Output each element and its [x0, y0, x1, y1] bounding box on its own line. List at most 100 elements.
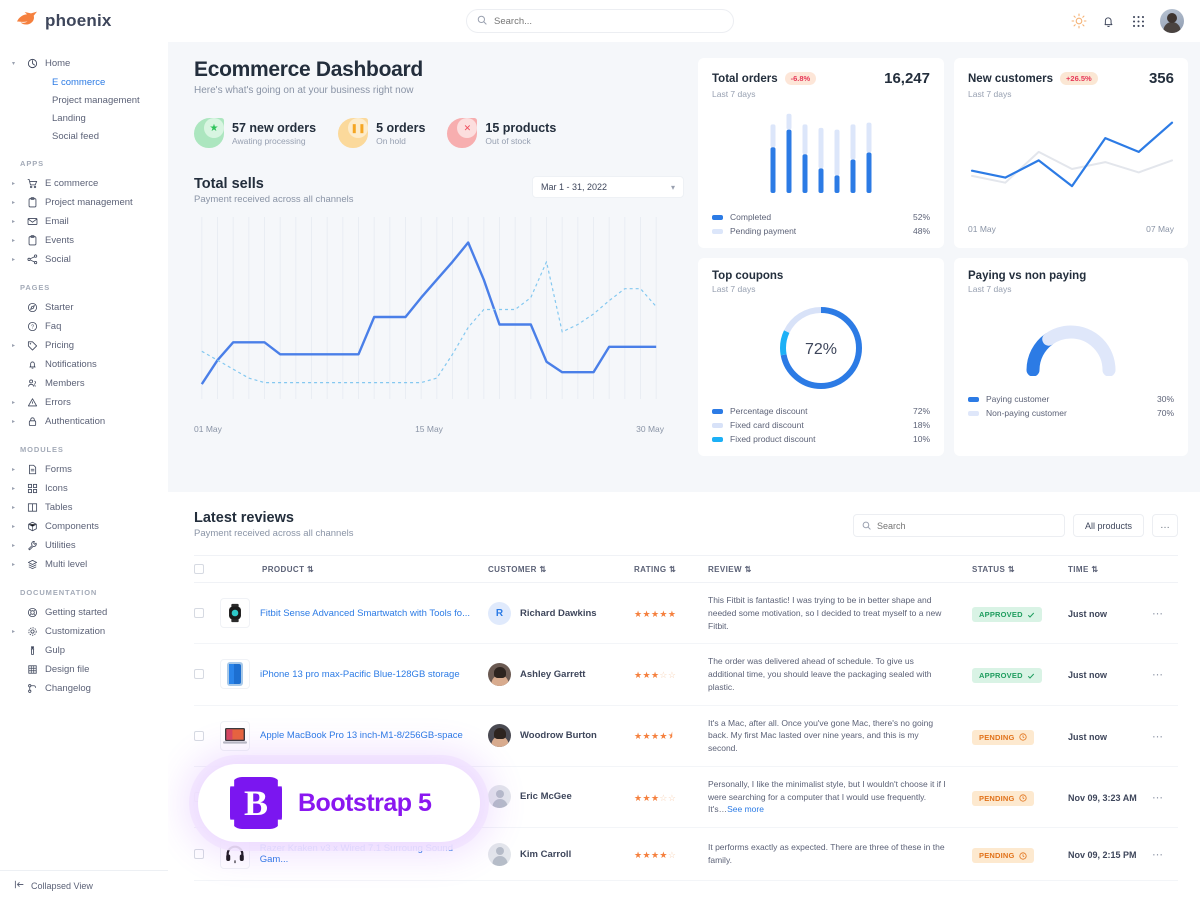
row-checkbox[interactable] — [194, 669, 204, 680]
sidebar-item-faq[interactable]: ? Faq — [0, 317, 168, 336]
col-select — [194, 555, 220, 583]
product-link[interactable]: Apple MacBook Pro 13 inch-M1-8/256GB-spa… — [260, 730, 463, 741]
select-all-checkbox[interactable] — [194, 564, 204, 574]
lifebuoy-icon — [26, 607, 38, 619]
sidebar-item-getting-started[interactable]: Getting started — [0, 603, 168, 622]
search-input[interactable] — [494, 15, 723, 27]
reviews-more-button[interactable]: … — [1152, 514, 1178, 537]
avatar[interactable] — [1160, 9, 1184, 33]
row-more-button[interactable]: ⋯ — [1152, 792, 1163, 804]
sidebar-item-design-file[interactable]: Design file — [0, 660, 168, 679]
svg-text:?: ? — [30, 325, 33, 331]
quick-stats: ★ 57 new orders Awating processing ❚❚ 5 … — [194, 118, 684, 148]
sidebar-item-icons[interactable]: ▸ Icons — [0, 479, 168, 498]
sidebar-item-label: Icons — [45, 483, 68, 494]
legend-value: 52% — [912, 212, 930, 222]
stat-out-of-stock[interactable]: ✕ 15 products Out of stock — [447, 118, 556, 148]
sidebar-item-home[interactable]: ▾ Home — [0, 54, 168, 73]
x-icon: ✕ — [447, 118, 478, 148]
sidebar-item-project-management[interactable]: Project management — [0, 91, 168, 109]
sidebar-section-apps-label: APPS — [20, 159, 45, 168]
card-new-customers: New customers +26.5% 356 Last 7 days 01 … — [954, 58, 1188, 248]
apps-grid-icon[interactable] — [1130, 13, 1147, 30]
collapsed-view-toggle[interactable]: Collapsed View — [0, 870, 168, 900]
table-row[interactable]: Fitbit Sense Advanced Smartwatch with To… — [194, 582, 1178, 645]
product-link[interactable]: iPhone 13 pro max-Pacific Blue-128GB sto… — [260, 669, 460, 680]
date-range-picker[interactable]: Mar 1 - 31, 2022 ▾ — [532, 176, 684, 198]
avatar — [488, 785, 511, 809]
col-customer[interactable]: CUSTOMER ⇅ — [488, 555, 634, 583]
reviews-search-input[interactable] — [876, 520, 1056, 531]
col-time[interactable]: TIME ⇅ — [1068, 555, 1152, 583]
sidebar-item-members[interactable]: Members — [0, 374, 168, 393]
sidebar-item-label: Gulp — [45, 645, 66, 656]
sidebar-item-apps-email[interactable]: ▸ Email — [0, 212, 168, 231]
col-rating[interactable]: RATING ⇅ — [634, 555, 708, 583]
bootstrap-promo-badge: B Bootstrap 5 — [198, 764, 480, 842]
col-product[interactable]: PRODUCT ⇅ — [220, 555, 488, 583]
sidebar-item-tables[interactable]: ▸ Tables — [0, 498, 168, 517]
all-products-button[interactable]: All products — [1072, 514, 1144, 537]
sidebar-item-pricing[interactable]: ▸ Pricing — [0, 336, 168, 355]
sidebar-item-social-feed[interactable]: Social feed — [0, 127, 168, 145]
row-checkbox[interactable] — [194, 730, 204, 741]
product-link[interactable]: Fitbit Sense Advanced Smartwatch with To… — [260, 608, 470, 619]
global-search[interactable] — [466, 9, 734, 33]
sidebar-item-apps-social[interactable]: ▸ Social — [0, 250, 168, 269]
reviews-subtitle: Payment received across all channels — [194, 528, 354, 539]
time-cell: Nov 09, 2:15 PM — [1068, 827, 1152, 881]
row-more-button[interactable]: ⋯ — [1152, 669, 1163, 681]
review-text: Personally, I like the minimalist style,… — [708, 778, 946, 815]
col-status[interactable]: STATUS ⇅ — [972, 555, 1068, 583]
brand-logo[interactable]: phoenix — [16, 11, 168, 32]
status-cell: PENDING — [972, 766, 1068, 829]
row-actions-cell: ⋯ — [1152, 766, 1178, 829]
rating-stars: ★★★★★ — [634, 609, 677, 620]
grid-squares-icon — [26, 483, 38, 495]
col-review[interactable]: REVIEW ⇅ — [708, 555, 972, 583]
sidebar-item-components[interactable]: ▸ Components — [0, 517, 168, 536]
sun-icon[interactable] — [1070, 13, 1087, 30]
sidebar-item-authentication[interactable]: ▸ Authentication — [0, 412, 168, 431]
sidebar-item-label: E commerce — [45, 178, 99, 189]
sidebar-item-multi-level[interactable]: ▸ Multi level — [0, 555, 168, 574]
sidebar-item-changelog[interactable]: Changelog — [0, 679, 168, 698]
row-checkbox[interactable] — [194, 608, 204, 619]
customer-name: Eric McGee — [520, 791, 572, 803]
search-icon — [862, 517, 871, 535]
table-row[interactable]: Apple MacBook Pro 13 inch-M1-8/256GB-spa… — [194, 705, 1178, 767]
sidebar-item-customization[interactable]: ▸ Customization — [0, 622, 168, 641]
product-link[interactable]: Razer Kraken v3 x Wired 7.1 Surroung Sou… — [260, 843, 482, 865]
sidebar-item-errors[interactable]: ▸ Errors — [0, 393, 168, 412]
reviews-search[interactable] — [852, 514, 1065, 537]
sidebar-item-e-commerce[interactable]: E commerce — [0, 73, 168, 91]
legend-value: 30% — [1156, 394, 1174, 404]
see-more-link[interactable]: See more — [727, 804, 764, 814]
row-more-button[interactable]: ⋯ — [1152, 731, 1163, 743]
row-checkbox[interactable] — [194, 849, 204, 859]
legend-value: 18% — [912, 420, 930, 430]
col-label: CUSTOMER — [488, 564, 537, 574]
sidebar-item-gulp[interactable]: Gulp — [0, 641, 168, 660]
stat-on-hold[interactable]: ❚❚ 5 orders On hold — [338, 118, 425, 148]
total-sells-subtitle: Payment received across all channels — [194, 194, 354, 205]
envelope-icon — [26, 216, 38, 228]
row-more-button[interactable]: ⋯ — [1152, 849, 1163, 861]
row-more-button[interactable]: ⋯ — [1152, 608, 1163, 620]
table-row[interactable]: iPhone 13 pro max-Pacific Blue-128GB sto… — [194, 643, 1178, 706]
sidebar-item-landing[interactable]: Landing — [0, 109, 168, 127]
review-cell: It's a Mac, after all. Once you've gone … — [708, 705, 972, 767]
sidebar-item-apps-events[interactable]: ▸ Events — [0, 231, 168, 250]
sidebar-item-starter[interactable]: Starter — [0, 298, 168, 317]
sidebar-item-apps-project-management[interactable]: ▸ Project management — [0, 193, 168, 212]
stat-new-orders[interactable]: ★ 57 new orders Awating processing — [194, 118, 316, 148]
sidebar-item-notifications[interactable]: Notifications — [0, 355, 168, 374]
bell-icon[interactable] — [1100, 13, 1117, 30]
warning-triangle-icon — [26, 397, 38, 409]
sidebar-item-forms[interactable]: ▸ Forms — [0, 460, 168, 479]
status-badge: +26.5% — [1060, 72, 1098, 85]
legend-label: Completed — [730, 212, 772, 222]
sidebar-item-utilities[interactable]: ▸ Utilities — [0, 536, 168, 555]
chevron-right-icon: ▸ — [12, 504, 16, 511]
sidebar-item-apps-ecommerce[interactable]: ▸ E commerce — [0, 174, 168, 193]
